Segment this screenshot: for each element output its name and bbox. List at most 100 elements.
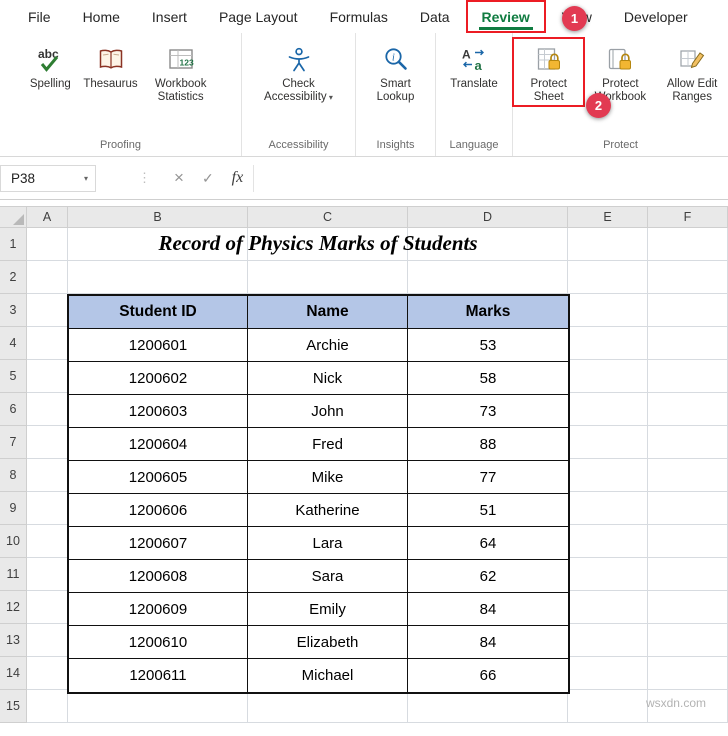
cell-E7[interactable] — [568, 426, 648, 459]
cell-F12[interactable] — [648, 591, 728, 624]
cell-E9[interactable] — [568, 492, 648, 525]
cell-A5[interactable] — [27, 360, 68, 393]
allow-edit-ranges-button[interactable]: Allow Edit Ranges — [656, 38, 728, 106]
table-cell[interactable]: 1200606 — [69, 494, 248, 527]
select-all-corner[interactable] — [0, 206, 27, 228]
tab-data[interactable]: Data — [404, 0, 466, 33]
table-cell[interactable]: 1200607 — [69, 527, 248, 560]
cancel-icon[interactable]: × — [174, 168, 184, 188]
table-cell[interactable]: 1200603 — [69, 395, 248, 428]
table-cell[interactable]: 64 — [408, 527, 568, 560]
cell-C2[interactable] — [248, 261, 408, 294]
row-header-9[interactable]: 9 — [0, 492, 27, 525]
table-cell[interactable]: 62 — [408, 560, 568, 593]
cell-E2[interactable] — [568, 261, 648, 294]
cell-F10[interactable] — [648, 525, 728, 558]
table-cell[interactable]: Fred — [248, 428, 408, 461]
cell-A9[interactable] — [27, 492, 68, 525]
cell-B2[interactable] — [68, 261, 248, 294]
tab-insert[interactable]: Insert — [136, 0, 203, 33]
cell-F14[interactable] — [648, 657, 728, 690]
row-header-2[interactable]: 2 — [0, 261, 27, 294]
col-header-E[interactable]: E — [568, 206, 648, 228]
col-header-A[interactable]: A — [27, 206, 68, 228]
formula-input[interactable] — [253, 164, 728, 192]
name-box[interactable]: P38 ▾ — [0, 164, 96, 192]
table-cell[interactable]: 84 — [408, 626, 568, 659]
row-header-6[interactable]: 6 — [0, 393, 27, 426]
cell-A15[interactable] — [27, 690, 68, 723]
table-cell[interactable]: 1200610 — [69, 626, 248, 659]
table-cell[interactable]: 1200602 — [69, 362, 248, 395]
cell-A3[interactable] — [27, 294, 68, 327]
table-header-student-id[interactable]: Student ID — [69, 296, 248, 329]
table-cell[interactable]: 1200608 — [69, 560, 248, 593]
spelling-button[interactable]: abc Spelling — [21, 38, 79, 93]
cell-F13[interactable] — [648, 624, 728, 657]
check-accessibility-button[interactable]: Check Accessibility ▾ — [260, 38, 338, 106]
col-header-C[interactable]: C — [248, 206, 408, 228]
row-header-13[interactable]: 13 — [0, 624, 27, 657]
row-header-5[interactable]: 5 — [0, 360, 27, 393]
enter-icon[interactable]: ✓ — [202, 170, 214, 187]
table-cell[interactable]: 1200601 — [69, 329, 248, 362]
row-header-8[interactable]: 8 — [0, 459, 27, 492]
table-cell[interactable]: 77 — [408, 461, 568, 494]
row-header-11[interactable]: 11 — [0, 558, 27, 591]
cell-A11[interactable] — [27, 558, 68, 591]
tab-formulas[interactable]: Formulas — [314, 0, 404, 33]
row-header-4[interactable]: 4 — [0, 327, 27, 360]
cell-D2[interactable] — [408, 261, 568, 294]
table-cell[interactable]: Sara — [248, 560, 408, 593]
cell-E14[interactable] — [568, 657, 648, 690]
row-header-7[interactable]: 7 — [0, 426, 27, 459]
cell-F9[interactable] — [648, 492, 728, 525]
tab-developer[interactable]: Developer — [608, 0, 704, 33]
table-cell[interactable]: 58 — [408, 362, 568, 395]
cell-E8[interactable] — [568, 459, 648, 492]
tab-page-layout[interactable]: Page Layout — [203, 0, 314, 33]
cell-E12[interactable] — [568, 591, 648, 624]
insert-function-icon[interactable]: fx — [232, 169, 244, 187]
cell-A2[interactable] — [27, 261, 68, 294]
table-cell[interactable]: John — [248, 395, 408, 428]
table-cell[interactable]: Mike — [248, 461, 408, 494]
col-header-B[interactable]: B — [68, 206, 248, 228]
cell-E15[interactable] — [568, 690, 648, 723]
translate-button[interactable]: Aa Translate — [445, 38, 503, 93]
table-header-name[interactable]: Name — [248, 296, 408, 329]
thesaurus-button[interactable]: Thesaurus — [79, 38, 141, 93]
table-cell[interactable]: Elizabeth — [248, 626, 408, 659]
cell-A10[interactable] — [27, 525, 68, 558]
cell-F8[interactable] — [648, 459, 728, 492]
cell-B15[interactable] — [68, 690, 248, 723]
cell-D15[interactable] — [408, 690, 568, 723]
tab-file[interactable]: File — [12, 0, 67, 33]
cell-E13[interactable] — [568, 624, 648, 657]
cell-A7[interactable] — [27, 426, 68, 459]
cell-C15[interactable] — [248, 690, 408, 723]
table-header-marks[interactable]: Marks — [408, 296, 568, 329]
cell-A4[interactable] — [27, 327, 68, 360]
cell-A6[interactable] — [27, 393, 68, 426]
cell-F2[interactable] — [648, 261, 728, 294]
row-header-15[interactable]: 15 — [0, 690, 27, 723]
row-header-3[interactable]: 3 — [0, 294, 27, 327]
workbook-statistics-button[interactable]: 123 Workbook Statistics — [142, 38, 220, 106]
row-header-12[interactable]: 12 — [0, 591, 27, 624]
table-cell[interactable]: Nick — [248, 362, 408, 395]
table-cell[interactable]: 73 — [408, 395, 568, 428]
row-header-14[interactable]: 14 — [0, 657, 27, 690]
cell-F7[interactable] — [648, 426, 728, 459]
protect-sheet-button[interactable]: Protect Sheet — [511, 37, 586, 107]
cell-E4[interactable] — [568, 327, 648, 360]
cell-F3[interactable] — [648, 294, 728, 327]
cell-F5[interactable] — [648, 360, 728, 393]
cell-E6[interactable] — [568, 393, 648, 426]
table-cell[interactable]: 1200605 — [69, 461, 248, 494]
smart-lookup-button[interactable]: i Smart Lookup — [357, 38, 435, 106]
table-cell[interactable]: 66 — [408, 659, 568, 692]
cell-E11[interactable] — [568, 558, 648, 591]
table-cell[interactable]: Emily — [248, 593, 408, 626]
cell-E1[interactable] — [568, 228, 648, 261]
